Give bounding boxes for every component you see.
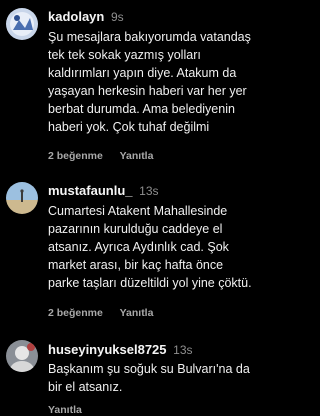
comment-text-line: haberi yok. Çok tuhaf değilmi — [48, 120, 210, 134]
comment-item: mustafaunlu_ 13s Cumartesi Atakent Mahal… — [0, 180, 279, 330]
avatar[interactable] — [6, 340, 38, 372]
comment-text-line: kaldırımları yapın diye. Atakum da — [48, 66, 237, 80]
avatar[interactable] — [6, 182, 38, 214]
comment-text: Şu mesajlara bakıyorumda vatandaş tek te… — [48, 28, 276, 136]
comment-time: 13s — [173, 343, 193, 357]
comment-item: huseyinyuksel8725 13s Başkanım şu soğuk … — [0, 338, 279, 416]
comment-text-line: Başkanım şu soğuk su Bulvarı'na da — [48, 362, 250, 376]
comment-text-line: market arası, bir kaç hafta önce — [48, 258, 224, 272]
avatar[interactable] — [6, 8, 38, 40]
reply-button[interactable]: Yanıtla — [48, 404, 82, 416]
likes-count[interactable]: 2 beğenme — [48, 150, 103, 162]
reply-button[interactable]: Yanıtla — [120, 150, 154, 162]
comment-text-line: berbat durumda. Ama belediyenin — [48, 102, 235, 116]
comment-text-line: tek tek sokak yazmış yolları — [48, 48, 201, 62]
comment-text-line: bir el atsanız. — [48, 380, 123, 394]
comment-username[interactable]: huseyinyuksel8725 — [48, 342, 167, 357]
comment-username[interactable]: kadolayn — [48, 9, 104, 24]
comment-text: Başkanım şu soğuk su Bulvarı'na da bir e… — [48, 360, 276, 396]
comment-text-line: Cumartesi Atakent Mahallesinde — [48, 204, 228, 218]
comment-time: 9s — [110, 10, 124, 24]
comment-text-line: parke taşları düzeltildi yol yine çöktü. — [48, 276, 252, 290]
likes-count[interactable]: 2 beğenme — [48, 307, 103, 319]
comment-text-line: Şu mesajlara bakıyorumda vatandaş — [48, 30, 251, 44]
comment-text-line: atsanız. Ayrıca Aydınlık cad. Şok — [48, 240, 229, 254]
comment-username[interactable]: mustafaunlu_ — [48, 183, 133, 198]
reply-button[interactable]: Yanıtla — [120, 307, 154, 319]
comment-text-line: pazarının kurulduğu caddeye el — [48, 222, 223, 236]
comment-time: 13s — [139, 184, 159, 198]
comment-item: kadolayn 9s Şu mesajlara bakıyorumda vat… — [0, 0, 279, 162]
comment-text: Cumartesi Atakent Mahallesinde pazarının… — [48, 202, 276, 292]
comment-text-line: yaşayan herkesin haberi var her yer — [48, 84, 247, 98]
